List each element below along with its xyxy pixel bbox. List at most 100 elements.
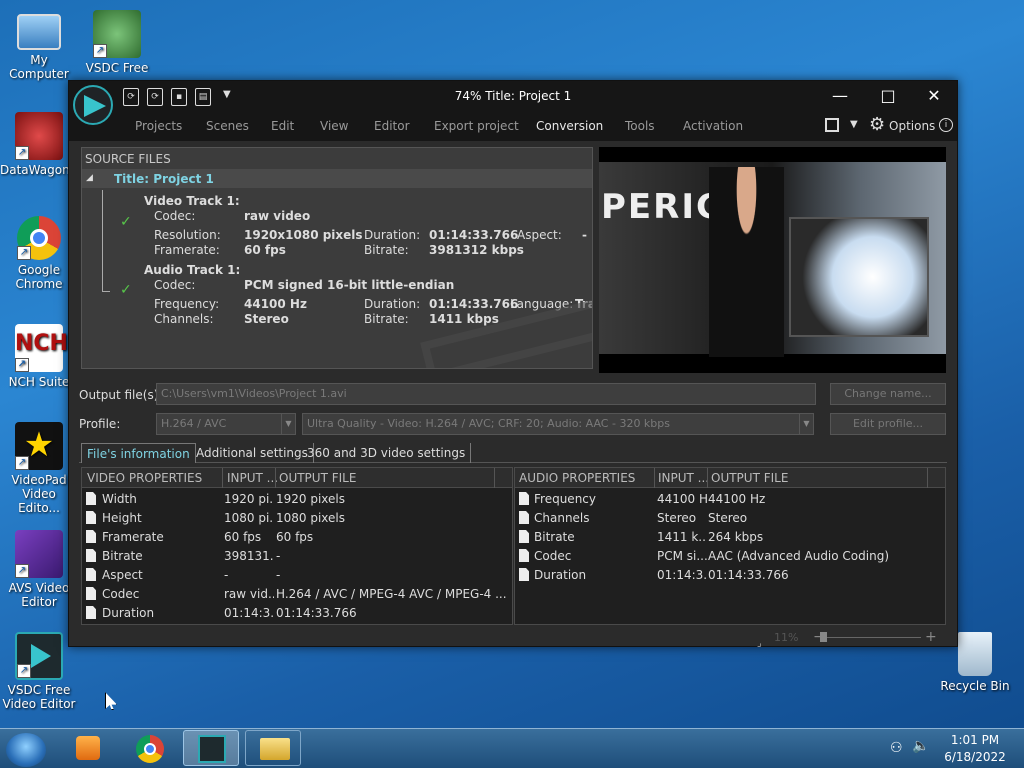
output-file-label: Output file(s):	[79, 388, 163, 402]
clock-time[interactable]: 1:01 PM	[940, 733, 1010, 747]
property-input: PCM si...	[657, 549, 707, 563]
taskbar-media-player[interactable]	[62, 730, 118, 766]
desktop-icon-google-chrome[interactable]: ↗ Google Chrome	[0, 216, 78, 291]
desktop-icon-label: VSDC Free Video C...	[85, 61, 149, 72]
nch-icon: NCH ↗	[15, 324, 68, 372]
profile-codec-value: H.264 / AVC	[161, 417, 227, 430]
resolution-label: Resolution:	[154, 228, 221, 242]
table-row[interactable]: Framerate 60 fps 60 fps	[82, 527, 512, 546]
chevron-down-icon[interactable]: ▼	[850, 119, 858, 130]
video-bitrate-value: 3981312 kbps	[429, 243, 524, 257]
column-header-input[interactable]: INPUT ...	[227, 471, 278, 485]
layout-icon[interactable]	[825, 118, 839, 132]
zoom-slider-handle[interactable]	[820, 632, 827, 642]
menu-export-project[interactable]: Export project	[434, 119, 519, 133]
zoom-slider-track[interactable]	[825, 637, 921, 638]
save-icon[interactable]: ▪	[171, 88, 187, 106]
recycle-bin-icon	[958, 632, 992, 676]
resize-grip-icon[interactable]: ⌟	[757, 638, 762, 649]
column-header-output-file[interactable]: OUTPUT FILE	[711, 471, 788, 485]
property-name: Duration	[102, 606, 155, 620]
volume-icon[interactable]: 🔈	[912, 738, 929, 754]
file-icon	[86, 606, 96, 619]
new-project-icon[interactable]: ⟳	[123, 88, 139, 106]
tab-additional-settings[interactable]: Additional settings	[191, 443, 314, 463]
taskbar-vsdc[interactable]	[183, 730, 239, 766]
minimize-button[interactable]: —	[825, 85, 855, 107]
tab-360-3d-settings[interactable]: 360 and 3D video settings	[302, 443, 472, 463]
desktop-icon-label: VideoPad Video Edito...	[11, 473, 67, 515]
desktop-icon-label: AVS Video Editor	[8, 581, 70, 609]
menu-view[interactable]: View	[320, 119, 348, 133]
maximize-button[interactable]: □	[873, 85, 903, 107]
menu-activation[interactable]: Activation	[683, 119, 743, 133]
table-row[interactable]: Codec raw vid... H.264 / AVC / MPEG-4 AVC …	[82, 584, 512, 603]
audio-duration-value: 01:14:33.766	[429, 297, 519, 311]
chrome-icon	[136, 735, 164, 763]
zoom-in-icon[interactable]: +	[925, 629, 937, 645]
table-row[interactable]: Channels Stereo Stereo	[515, 508, 945, 527]
desktop-icon-my-computer[interactable]: My Computer	[0, 10, 78, 81]
column-header-input[interactable]: INPUT ...	[658, 471, 709, 485]
property-name: Frequency	[534, 492, 596, 506]
framerate-value: 60 fps	[244, 243, 286, 257]
open-project-icon[interactable]: ⟳	[147, 88, 163, 106]
start-button[interactable]	[6, 733, 46, 767]
vsdc-icon	[198, 735, 226, 763]
video-preview: PERIC	[599, 147, 946, 373]
profile-codec-select[interactable]: H.264 / AVC ▼	[156, 413, 296, 435]
desktop-icon-videopad[interactable]: ★ ↗ VideoPad Video Edito...	[0, 422, 78, 515]
table-row[interactable]: Duration 01:14:3...01:14:33.766	[515, 565, 945, 584]
menu-edit[interactable]: Edit	[271, 119, 294, 133]
taskbar-explorer[interactable]	[245, 730, 301, 766]
chevron-down-icon[interactable]: ▼	[799, 414, 813, 434]
profile-quality-select[interactable]: Ultra Quality - Video: H.264 / AVC; CRF:…	[302, 413, 814, 435]
table-row[interactable]: Height 1080 pi...1080 pixels	[82, 508, 512, 527]
desktop-icon-vsdc-converter[interactable]: ↗ VSDC Free Video C...	[78, 10, 156, 72]
close-button[interactable]: ✕	[919, 85, 949, 107]
table-row[interactable]: Bitrate 1411 k... 264 kbps	[515, 527, 945, 546]
desktop-icon-avs-video-editor[interactable]: ↗ AVS Video Editor	[0, 530, 78, 609]
change-name-button[interactable]: Change name...	[830, 383, 946, 405]
profile-label: Profile:	[79, 417, 121, 431]
desktop-icon-nch-suite[interactable]: NCH ↗ NCH Suite	[0, 324, 78, 389]
quick-access-dropdown-icon[interactable]: ▼	[223, 89, 231, 100]
column-header-audio-properties[interactable]: AUDIO PROPERTIES	[519, 471, 635, 485]
table-row[interactable]: Duration 01:14:3...01:14:33.766	[82, 603, 512, 622]
column-header-output-file[interactable]: OUTPUT FILE	[279, 471, 356, 485]
menu-conversion[interactable]: Conversion	[536, 119, 603, 133]
folder-icon	[260, 738, 290, 760]
clock-date[interactable]: 6/18/2022	[940, 750, 1010, 764]
network-icon[interactable]: ⚇	[890, 740, 903, 756]
gear-icon[interactable]: ⚙	[869, 114, 885, 135]
pc-case-figure	[789, 217, 929, 337]
info-icon[interactable]: i	[939, 118, 953, 132]
desktop-icon-label: NCH Suite	[8, 375, 70, 389]
codec-label: Codec:	[154, 278, 196, 292]
table-row[interactable]: Frequency 44100 Hz44100 Hz	[515, 489, 945, 508]
export-icon[interactable]: ▤	[195, 88, 211, 106]
edit-profile-button[interactable]: Edit profile...	[830, 413, 946, 435]
video-track-check-icon: ✓	[120, 214, 132, 230]
tab-files-information[interactable]: File's information	[81, 443, 196, 463]
menu-editor[interactable]: Editor	[374, 119, 410, 133]
table-row[interactable]: Aspect - -	[82, 565, 512, 584]
column-header-video-properties[interactable]: VIDEO PROPERTIES	[87, 471, 202, 485]
chevron-down-icon[interactable]: ▼	[281, 414, 295, 434]
desktop-icon-datawagon[interactable]: ↗ DataWagon...	[0, 112, 81, 177]
taskbar-chrome[interactable]	[122, 730, 178, 766]
channels-label: Channels:	[154, 312, 214, 326]
duration-label: Duration:	[364, 297, 421, 311]
menu-scenes[interactable]: Scenes	[206, 119, 249, 133]
table-row[interactable]: Width 1920 pi...1920 pixels	[82, 489, 512, 508]
output-path-field[interactable]: C:\Users\vm1\Videos\Project 1.avi	[156, 383, 816, 405]
vsdc-logo-icon[interactable]	[73, 85, 113, 125]
table-row[interactable]: Bitrate 398131...-	[82, 546, 512, 565]
collapse-icon[interactable]: ◢	[86, 173, 93, 183]
menu-projects[interactable]: Projects	[135, 119, 182, 133]
options-button[interactable]: Options	[889, 119, 935, 133]
property-output: 1920 pixels	[276, 492, 346, 506]
desktop-icon-vsdc-editor[interactable]: ↗ VSDC Free Video Editor	[0, 632, 78, 711]
menu-tools[interactable]: Tools	[625, 119, 655, 133]
table-row[interactable]: Codec PCM si... AAC (Advanced Audio Coding…	[515, 546, 945, 565]
